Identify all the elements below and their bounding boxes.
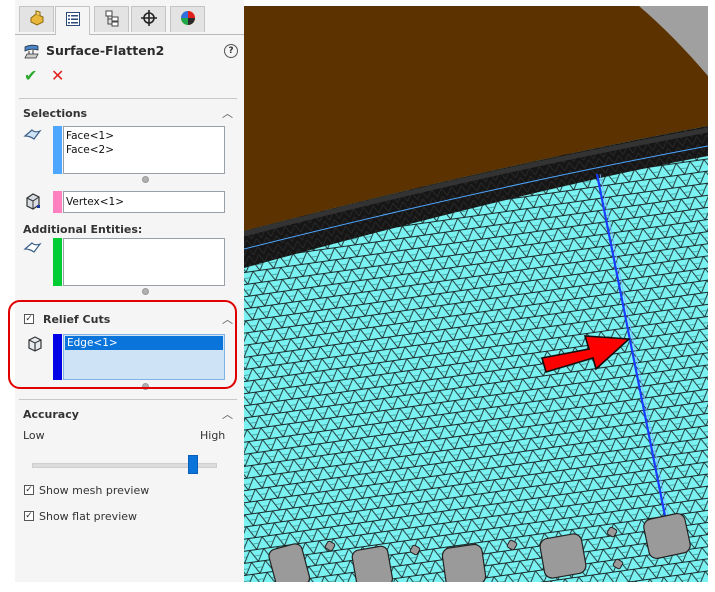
list-item[interactable]: Vertex<1> <box>66 196 124 208</box>
accuracy-collapse-chevron-icon[interactable]: ︿ <box>222 406 233 422</box>
vertex-color-swatch <box>53 191 62 213</box>
help-icon[interactable]: ? <box>224 44 238 58</box>
hole <box>441 543 487 582</box>
additional-entities-label: Additional Entities: <box>23 223 143 236</box>
show-flat-preview-checkbox[interactable]: ✓ <box>24 511 34 521</box>
faces-color-swatch <box>53 126 62 174</box>
hole <box>539 533 587 579</box>
relief-cuts-highlight-frame <box>8 300 237 389</box>
hole <box>351 545 394 582</box>
face-selection-icon <box>23 239 43 259</box>
vertex-selection-icon <box>23 191 43 211</box>
ok-button[interactable]: ✔ <box>24 66 37 85</box>
tab-dimxpertmanager[interactable] <box>131 6 166 32</box>
divider <box>19 98 237 99</box>
property-manager-panel: Surface-Flatten2 ? ✔ ✕ Selections ︿ Face… <box>15 0 244 582</box>
faces-list-resize-grip[interactable] <box>142 176 149 183</box>
configuration-tree-icon <box>103 9 121 31</box>
accuracy-slider-thumb[interactable] <box>188 455 199 474</box>
show-flat-preview-label[interactable]: Show flat preview <box>39 510 137 523</box>
vertex-selection-field[interactable]: Vertex<1> <box>63 191 225 213</box>
faces-selection-list[interactable]: Face<1> Face<2> <box>63 126 225 174</box>
feature-title-row: Surface-Flatten2 ? <box>23 42 238 62</box>
tab-propertymanager[interactable] <box>55 6 90 35</box>
manager-tabs <box>15 6 244 35</box>
accuracy-high-label: High <box>200 429 226 442</box>
crosshair-icon <box>140 9 158 31</box>
accuracy-low-label: Low <box>23 429 45 442</box>
show-mesh-preview-checkbox[interactable]: ✓ <box>24 485 34 495</box>
additional-entities-color-swatch <box>53 238 62 286</box>
page-title: Surface-Flatten2 <box>46 43 165 58</box>
cancel-button[interactable]: ✕ <box>51 66 64 85</box>
additional-entities-list[interactable] <box>63 238 225 286</box>
face-selection-icon <box>23 126 43 146</box>
selections-title: Selections <box>23 107 88 120</box>
part-icon <box>28 9 46 31</box>
show-mesh-preview-label[interactable]: Show mesh preview <box>39 484 149 497</box>
graphics-viewport[interactable] <box>244 6 708 582</box>
tab-displaymanager[interactable] <box>170 6 205 32</box>
tab-configurationmanager[interactable] <box>94 6 129 32</box>
selections-collapse-chevron-icon[interactable]: ︿ <box>222 105 233 121</box>
divider <box>19 399 237 400</box>
list-item[interactable]: Face<1> <box>66 129 222 143</box>
hole <box>643 512 691 560</box>
appearance-pie-icon <box>179 9 197 31</box>
surface-flatten-icon <box>23 42 41 64</box>
accuracy-title: Accuracy <box>23 408 79 421</box>
tab-featuremanager[interactable] <box>19 6 54 32</box>
property-list-icon <box>64 10 82 32</box>
additional-list-resize-grip[interactable] <box>142 288 149 295</box>
list-item[interactable]: Face<2> <box>66 143 222 157</box>
